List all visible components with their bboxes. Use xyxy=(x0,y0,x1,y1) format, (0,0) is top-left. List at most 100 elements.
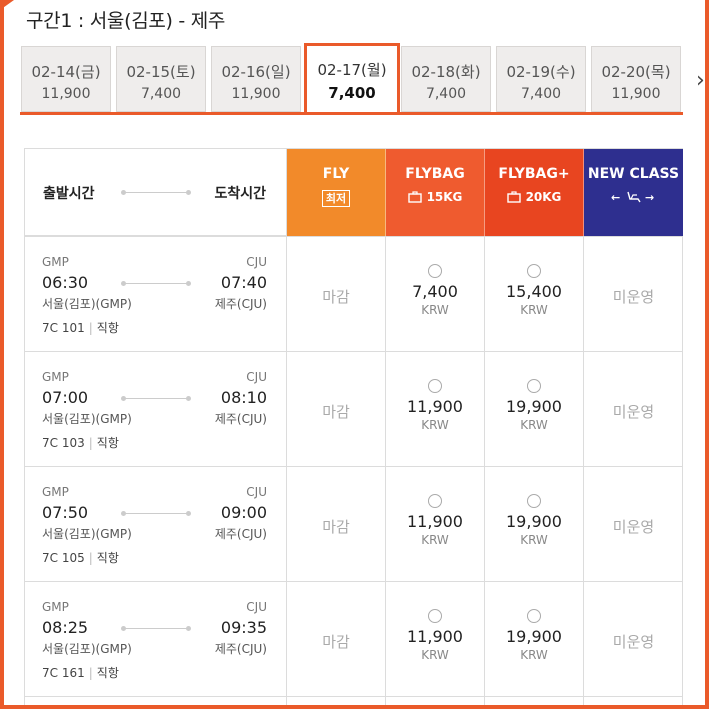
departure-city: 서울(김포)(GMP) xyxy=(42,412,132,426)
fare-price: 19,900 xyxy=(506,627,562,646)
fare-radio[interactable] xyxy=(428,609,442,623)
arrival-code: CJU xyxy=(246,485,267,499)
date-tab-label: 02-20(목) xyxy=(601,63,671,81)
fare-cell-flybag[interactable]: 11,900 KRW xyxy=(386,582,485,697)
fare-price: 11,900 xyxy=(407,397,463,416)
fare-cell-flybag-plus xyxy=(485,697,584,709)
fare-cell-flybag xyxy=(386,697,485,709)
departure-city: 서울(김포)(GMP) xyxy=(42,642,132,656)
currency: KRW xyxy=(520,648,548,662)
departure-code: GMP xyxy=(42,255,69,269)
date-tab-label: 02-17(월) xyxy=(317,61,387,79)
currency: KRW xyxy=(421,533,449,547)
flight-schedule: GMP CJU 08:25 09:35 서울(김포)(GMP) 제주(CJU) … xyxy=(25,582,287,697)
fare-price: 15,400 xyxy=(506,282,562,301)
corner-marker xyxy=(0,0,14,10)
fare-cell-fly: 마감 xyxy=(287,352,386,467)
sold-out-text: 마감 xyxy=(322,633,350,651)
fare-radio[interactable] xyxy=(527,264,541,278)
departure-code: GMP xyxy=(42,370,69,384)
arrival-city: 제주(CJU) xyxy=(214,527,267,541)
seat-icon: ← → xyxy=(611,191,654,204)
date-tab-label: 02-14(금) xyxy=(31,63,101,81)
fare-header-flybag: FLYBAG 15KG xyxy=(386,149,485,236)
fare-name: FLY xyxy=(322,166,350,182)
fare-cell-flybag[interactable]: 11,900 KRW xyxy=(386,467,485,582)
flight-row-partial xyxy=(25,696,683,709)
fare-radio[interactable] xyxy=(428,379,442,393)
flight-info: 7C 103 | 직항 xyxy=(42,436,119,450)
flight-schedule xyxy=(25,697,287,709)
chevron-right-icon[interactable]: › xyxy=(696,70,705,92)
flight-number: 7C 161 xyxy=(42,666,85,680)
departure-city: 서울(김포)(GMP) xyxy=(42,527,132,541)
date-tab-label: 02-16(일) xyxy=(221,63,291,81)
flight-number: 7C 105 xyxy=(42,551,85,565)
flight-row: GMP CJU 07:50 09:00 서울(김포)(GMP) 제주(CJU) … xyxy=(25,466,683,582)
fare-cell-flybag-plus[interactable]: 19,900 KRW xyxy=(485,467,584,582)
route-line xyxy=(121,396,191,401)
fare-cell-new-class: 미운영 xyxy=(584,582,683,697)
date-tab[interactable]: 02-19(수) 7,400 xyxy=(496,46,586,112)
date-tab[interactable]: 02-16(일) 11,900 xyxy=(211,46,301,112)
fare-radio[interactable] xyxy=(527,494,541,508)
flight-row: GMP CJU 08:25 09:35 서울(김포)(GMP) 제주(CJU) … xyxy=(25,581,683,697)
route-line xyxy=(121,511,191,516)
chevron-left-icon[interactable]: ‹ xyxy=(0,70,5,92)
date-tab[interactable]: 02-15(토) 7,400 xyxy=(116,46,206,112)
not-operated-text: 미운영 xyxy=(612,518,655,536)
arrival-time: 09:35 xyxy=(220,618,267,637)
baggage-icon xyxy=(506,191,521,203)
fare-name: FLYBAG+ xyxy=(498,166,570,182)
currency: KRW xyxy=(421,303,449,317)
date-tab[interactable]: 02-20(목) 11,900 xyxy=(591,46,681,112)
date-tab[interactable]: 02-18(화) 7,400 xyxy=(401,46,491,112)
not-operated-text: 미운영 xyxy=(612,633,655,651)
date-tab-active[interactable]: 02-17(월) 7,400 xyxy=(304,43,400,115)
fare-cell-fly: 마감 xyxy=(287,237,386,352)
fare-cell-flybag[interactable]: 11,900 KRW xyxy=(386,352,485,467)
arrival-time: 07:40 xyxy=(220,273,267,292)
arrival-time-label: 도착시간 xyxy=(214,186,266,202)
arrival-city: 제주(CJU) xyxy=(214,642,267,656)
fare-name: NEW CLASS xyxy=(587,166,680,182)
date-tab-price: 11,900 xyxy=(41,86,91,102)
not-operated-text: 미운영 xyxy=(612,403,655,421)
flight-table: 출발시간 도착시간 FLY 최저 FLYBAG 15KG FLYBAG+ 20K… xyxy=(24,148,683,709)
flight-type: 직항 xyxy=(96,436,119,450)
fare-radio[interactable] xyxy=(428,264,442,278)
date-tab[interactable]: 02-14(금) 11,900 xyxy=(21,46,111,112)
currency: KRW xyxy=(520,533,548,547)
fare-cell-flybag-plus[interactable]: 15,400 KRW xyxy=(485,237,584,352)
route-title: 구간1 : 서울(김포) - 제주 xyxy=(26,10,226,32)
departure-code: GMP xyxy=(42,600,69,614)
currency: KRW xyxy=(520,418,548,432)
departure-time: 07:50 xyxy=(42,503,89,522)
fare-cell-fly xyxy=(287,697,386,709)
flight-schedule: GMP CJU 06:30 07:40 서울(김포)(GMP) 제주(CJU) … xyxy=(25,237,287,352)
fare-cell-flybag[interactable]: 7,400 KRW xyxy=(386,237,485,352)
date-tab-label: 02-19(수) xyxy=(506,63,576,81)
fare-header-new-class: NEW CLASS ← → xyxy=(584,149,683,236)
fare-header-fly: FLY 최저 xyxy=(287,149,386,236)
flight-number: 7C 103 xyxy=(42,436,85,450)
fare-price: 11,900 xyxy=(407,512,463,531)
date-tab-price: 11,900 xyxy=(611,86,661,102)
flight-number: 7C 101 xyxy=(42,321,85,335)
fare-radio[interactable] xyxy=(428,494,442,508)
route-line xyxy=(121,281,191,286)
flight-info: 7C 101 | 직항 xyxy=(42,321,119,335)
fare-cell-new-class: 미운영 xyxy=(584,237,683,352)
fare-radio[interactable] xyxy=(527,379,541,393)
fare-cell-flybag-plus[interactable]: 19,900 KRW xyxy=(485,352,584,467)
flight-type: 직항 xyxy=(96,321,119,335)
time-header: 출발시간 도착시간 xyxy=(25,149,287,236)
flight-type: 직항 xyxy=(96,551,119,565)
fare-radio[interactable] xyxy=(527,609,541,623)
lowest-badge: 최저 xyxy=(321,190,351,207)
fare-cell-flybag-plus[interactable]: 19,900 KRW xyxy=(485,582,584,697)
arrival-code: CJU xyxy=(246,370,267,384)
date-tab-price: 7,400 xyxy=(140,86,182,102)
departure-time: 08:25 xyxy=(42,618,89,637)
baggage-weight: 20KG xyxy=(525,190,562,204)
